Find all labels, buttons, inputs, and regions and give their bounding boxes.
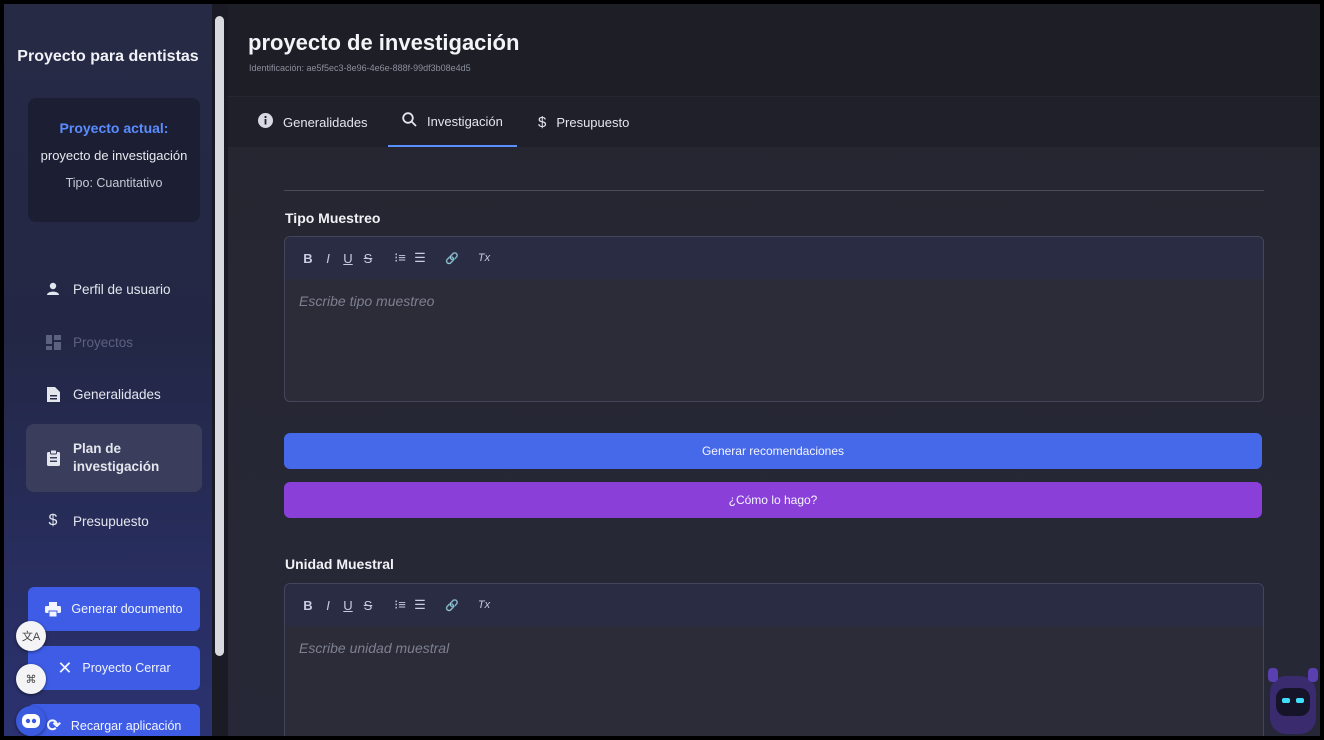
clipboard-icon [42,450,64,466]
ordered-list-icon[interactable]: ⁝≡ [391,250,409,266]
app-window: Proyecto para dentistas Proyecto actual:… [4,4,1320,736]
sidebar-item-profile[interactable]: Perfil de usuario [26,269,202,309]
generate-recommendations-button[interactable]: Generar recomendaciones [284,433,1262,469]
tipo-muestreo-editor[interactable]: B I U S ⁝≡ ☰ 🔗 Tx Escribe tipo muestreo [284,236,1264,402]
bullet-list-icon[interactable]: ☰ [411,250,429,266]
tab-investigacion[interactable]: Investigación [388,97,517,147]
reload-app-label: Recargar aplicación [70,719,182,733]
close-project-button[interactable]: ✕ Proyecto Cerrar [28,646,200,690]
generate-document-label: Generar documento [71,602,183,616]
current-project-type: Tipo: Cuantitativo [65,176,163,190]
bullet-list-icon[interactable]: ☰ [411,597,429,613]
sidebar-scrollbar[interactable] [212,4,228,736]
italic-button[interactable]: I [319,251,337,266]
how-to-button[interactable]: ¿Cómo lo hago? [284,482,1262,518]
sidebar-item-label: Perfil de usuario [73,281,171,297]
current-project-label: Proyecto actual: [59,120,169,136]
search-icon [402,112,417,130]
editor-toolbar: B I U S ⁝≡ ☰ 🔗 Tx [285,584,1263,626]
sidebar-item-label: Proyectos [73,334,134,350]
sidebar-item-label: Presupuesto [73,513,149,529]
link-icon[interactable]: 🔗 [443,599,461,612]
close-icon: ✕ [57,657,73,678]
refresh-icon: ⟳ [46,716,61,735]
sidebar-item-label: Generalidades [73,386,161,402]
sidebar-item-projects[interactable]: Proyectos [26,322,202,362]
ordered-list-icon[interactable]: ⁝≡ [391,597,409,613]
underline-button[interactable]: U [339,251,357,266]
document-icon [42,386,64,402]
sidebar-item-generalidades[interactable]: Generalidades [26,374,202,414]
underline-button[interactable]: U [339,598,357,613]
project-id: Identificación: ae5f5ec3-8e96-4e6e-888f-… [249,63,471,73]
unidad-muestral-input[interactable]: Escribe unidad muestral [285,626,1263,670]
strike-button[interactable]: S [359,251,377,266]
section-divider [284,190,1264,191]
page-title: proyecto de investigación [248,30,520,55]
page-header: proyecto de investigación Identificación… [228,4,1320,96]
tipo-muestreo-input[interactable]: Escribe tipo muestreo [285,279,1263,323]
translate-icon[interactable]: 文A [16,621,46,651]
command-icon[interactable]: ⌘ [16,664,46,694]
info-icon [258,113,273,131]
link-icon[interactable]: 🔗 [443,252,461,265]
unidad-muestral-title: Unidad Muestral [285,556,394,572]
editor-toolbar: B I U S ⁝≡ ☰ 🔗 Tx [285,237,1263,279]
bold-button[interactable]: B [299,598,317,613]
tab-generalidades[interactable]: Generalidades [258,97,368,147]
unidad-muestral-editor[interactable]: B I U S ⁝≡ ☰ 🔗 Tx Escribe unidad muestra… [284,583,1264,736]
main-content: proyecto de investigación Identificación… [228,4,1320,736]
italic-button[interactable]: I [319,598,337,613]
tab-presupuesto[interactable]: $ Presupuesto [538,97,629,147]
dollar-icon: $ [48,512,58,529]
clear-format-icon[interactable]: Tx [475,599,493,611]
tab-label: Generalidades [283,114,368,130]
sidebar-item-plan[interactable]: Plan de investigación [26,424,202,492]
sidebar: Proyecto para dentistas Proyecto actual:… [4,4,212,736]
tipo-muestreo-title: Tipo Muestreo [285,210,381,226]
bold-button[interactable]: B [299,251,317,266]
scrollbar-thumb[interactable] [215,16,224,656]
sidebar-item-budget[interactable]: $ Presupuesto [26,501,202,541]
tab-label: Investigación [427,113,503,129]
close-project-label: Proyecto Cerrar [82,661,171,675]
user-icon [42,282,64,296]
app-title: Proyecto para dentistas [17,48,199,65]
dollar-icon: $ [538,113,547,131]
current-project-card: Proyecto actual: proyecto de investigaci… [28,98,200,222]
assistant-bot-icon[interactable] [16,706,46,736]
tab-bar: Generalidades Investigación $ Presupuest… [228,97,1320,147]
chatbot-avatar-icon[interactable] [1266,664,1320,736]
reload-app-button[interactable]: ⟳ Recargar aplicación [28,704,200,736]
clear-format-icon[interactable]: Tx [475,252,493,264]
generate-document-button[interactable]: Generar documento [28,587,200,631]
sidebar-item-label: Plan de investigación [73,440,160,474]
grid-icon [42,334,64,350]
tab-label: Presupuesto [556,114,630,130]
current-project-name: proyecto de investigación [40,148,188,163]
printer-icon [45,601,62,617]
strike-button[interactable]: S [359,598,377,613]
